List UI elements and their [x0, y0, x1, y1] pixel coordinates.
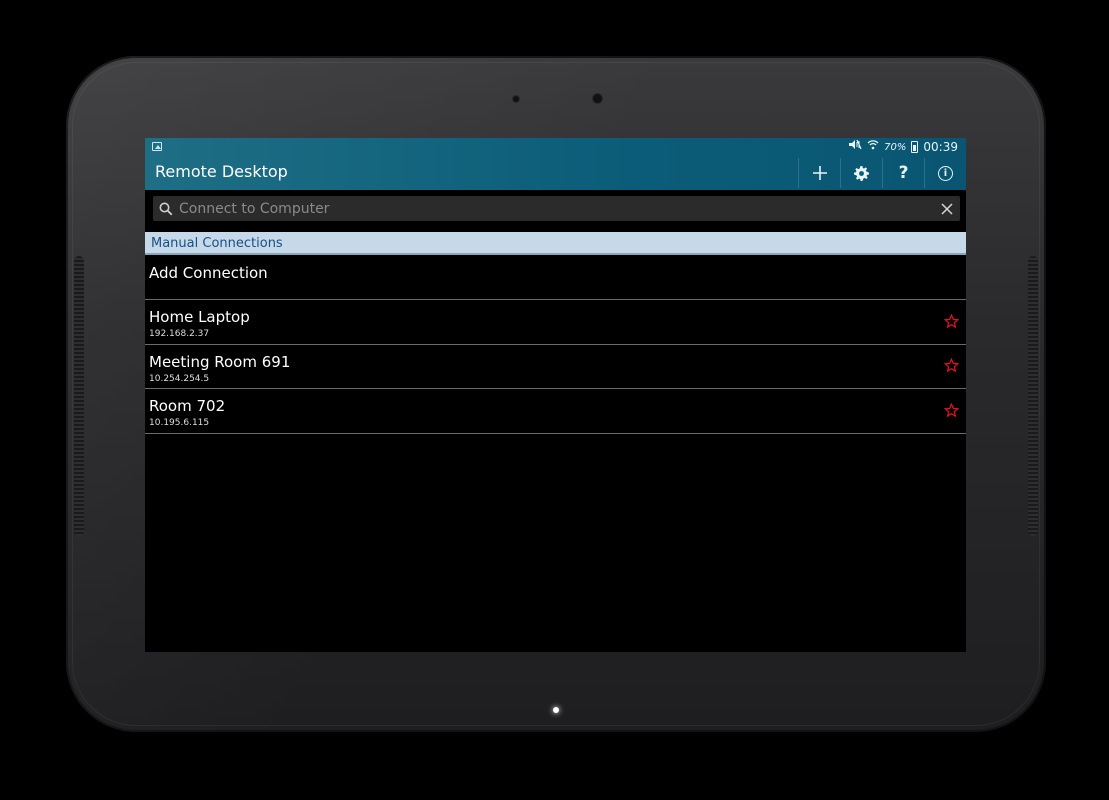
clear-search-button[interactable]: [934, 196, 960, 221]
speaker-grille-left: [74, 256, 84, 536]
star-icon[interactable]: [942, 401, 960, 419]
add-connection-button[interactable]: [798, 158, 840, 188]
device-screen: 70% 00:39 Remote Desktop ? i Connect to …: [145, 138, 966, 652]
settings-button[interactable]: [840, 158, 882, 188]
add-connection-label: Add Connection: [149, 264, 268, 282]
info-icon: i: [938, 165, 953, 181]
plus-icon: [812, 166, 827, 180]
action-buttons: ? i: [798, 158, 966, 188]
connection-address: 10.195.6.115: [149, 418, 210, 428]
close-icon: [941, 202, 953, 215]
connection-name: Meeting Room 691: [149, 352, 291, 371]
app-title: Remote Desktop: [155, 162, 288, 181]
search-input[interactable]: [179, 196, 934, 221]
about-button[interactable]: i: [924, 158, 966, 188]
action-bar: 70% 00:39 Remote Desktop ? i: [145, 138, 966, 190]
star-icon[interactable]: [942, 357, 960, 375]
add-connection-item[interactable]: Add Connection: [145, 255, 966, 300]
list-item[interactable]: Room 702 10.195.6.115: [145, 389, 966, 434]
sensor-dot: [513, 96, 519, 102]
clock: 00:39: [923, 140, 958, 154]
mute-icon: [848, 139, 862, 155]
list-item[interactable]: Home Laptop 192.168.2.37: [145, 300, 966, 345]
connection-name: Room 702: [149, 397, 226, 415]
status-bar: 70% 00:39: [145, 138, 966, 156]
star-icon[interactable]: [942, 312, 960, 330]
section-header: Manual Connections: [145, 232, 966, 255]
connection-name: Home Laptop: [149, 308, 250, 326]
connection-address: 10.254.254.5: [149, 373, 210, 384]
battery-percent: 70%: [884, 141, 907, 153]
image-notification-icon: [152, 142, 162, 151]
status-indicators: 70% 00:39: [848, 139, 958, 155]
connection-list: Add Connection Home Laptop 192.168.2.37 …: [145, 255, 966, 434]
wifi-icon: [867, 139, 879, 155]
front-camera: [593, 94, 602, 103]
help-button[interactable]: ?: [882, 158, 924, 188]
battery-icon: [911, 141, 919, 153]
gear-icon: [854, 165, 869, 181]
search-bar: [153, 196, 960, 221]
home-indicator[interactable]: [553, 707, 559, 713]
speaker-grille-right: [1028, 256, 1038, 536]
list-item[interactable]: Meeting Room 691 10.254.254.5: [145, 345, 966, 389]
help-icon: ?: [898, 163, 909, 183]
connection-address: 192.168.2.37: [149, 329, 210, 339]
search-icon: [153, 202, 179, 216]
